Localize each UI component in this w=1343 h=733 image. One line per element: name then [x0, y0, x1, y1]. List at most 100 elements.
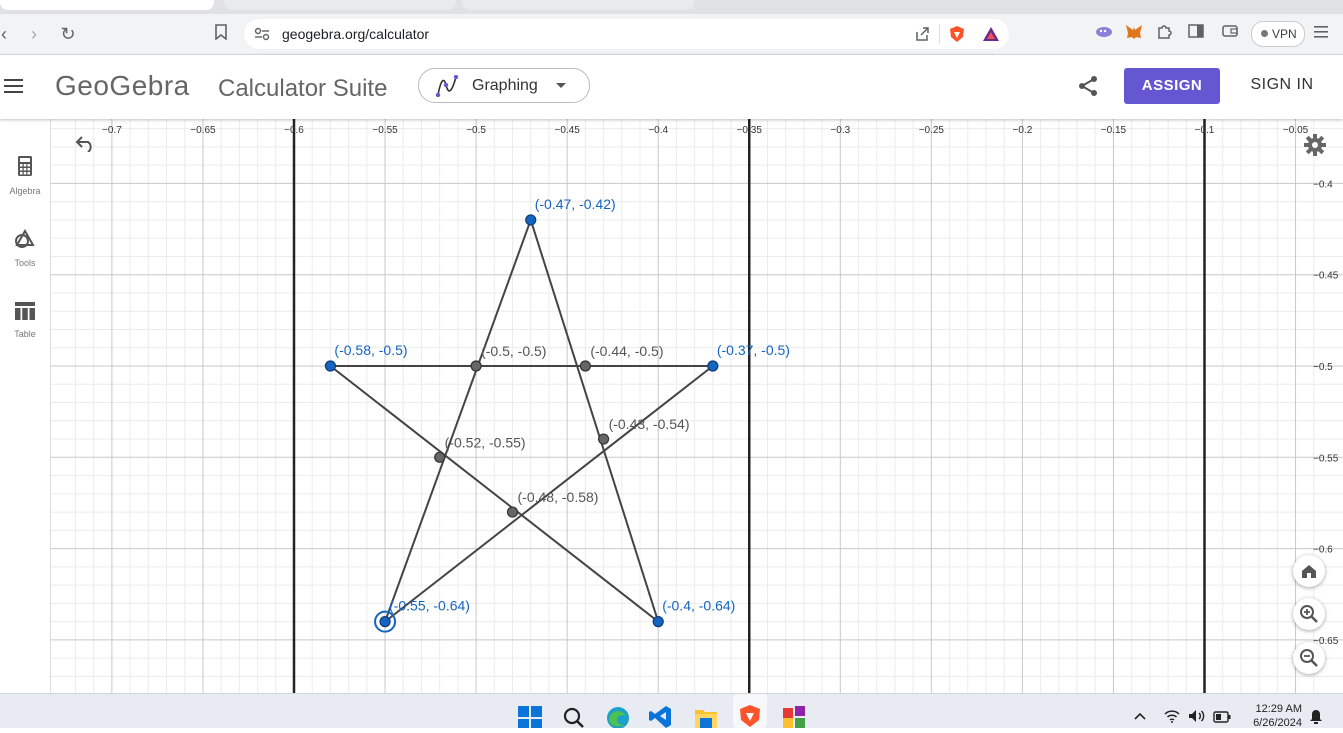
browser-toolbar: ‹ › ↻ geogebra.org/calculator VPN	[0, 14, 1343, 55]
edge-browser-icon[interactable]	[605, 704, 629, 729]
point-label: (-0.43, -0.54)	[609, 416, 690, 432]
sidebar-toggle-icon[interactable]	[1186, 24, 1206, 44]
brave-rewards-icon[interactable]	[982, 25, 1000, 48]
browser-tab[interactable]	[462, 0, 694, 10]
brave-taskbar-button[interactable]	[733, 694, 767, 728]
file-explorer-icon[interactable]	[694, 704, 718, 728]
x-tick-label: −0.4	[648, 125, 668, 136]
x-tick-label: −0.35	[737, 125, 763, 136]
assign-button[interactable]: ASSIGN	[1124, 68, 1220, 104]
sidebar-item-tools[interactable]: Tools	[0, 228, 50, 268]
share-page-icon[interactable]	[914, 26, 930, 47]
sidebar-item-algebra[interactable]: Algebra	[0, 155, 50, 196]
x-tick-label: −0.2	[1013, 125, 1033, 136]
windows-taskbar: 12:29 AM 6/26/2024	[0, 693, 1343, 730]
point-label: (-0.37, -0.5)	[717, 342, 790, 358]
point-label: (-0.52, -0.55)	[445, 434, 526, 450]
chevron-up-icon[interactable]	[1134, 708, 1146, 726]
x-tick-label: −0.65	[190, 125, 216, 136]
point-label: (-0.55, -0.64)	[389, 598, 470, 614]
search-icon[interactable]	[562, 704, 586, 728]
calculator-icon	[0, 155, 50, 182]
browser-menu-icon[interactable]	[1311, 24, 1331, 44]
zoom-out-button[interactable]	[1293, 642, 1325, 674]
x-axis-ticks: −0.7 −0.65 −0.6 −0.55 −0.5 −0.45 −0.4 −0.35 −0.3…	[102, 125, 1309, 136]
hamburger-menu-icon[interactable]	[4, 75, 26, 97]
reload-icon[interactable]: ↻	[56, 22, 80, 46]
share-icon[interactable]	[1077, 75, 1099, 102]
puzzle-extensions-icon[interactable]	[1154, 24, 1174, 44]
y-tick-label: −0.6	[1313, 545, 1333, 556]
intersection-point[interactable]	[597, 433, 610, 445]
x-tick-label: −0.45	[554, 125, 580, 136]
battery-icon[interactable]	[1213, 710, 1231, 728]
intersection-point[interactable]	[506, 506, 519, 518]
home-view-button[interactable]	[1293, 555, 1325, 587]
app-icon[interactable]	[782, 704, 806, 728]
site-info-icon[interactable]	[254, 27, 270, 46]
back-icon[interactable]: ‹	[0, 22, 16, 46]
graphing-icon	[435, 74, 459, 102]
zoom-in-button[interactable]	[1293, 598, 1325, 630]
sidebar-item-label: Tools	[14, 258, 36, 268]
metamask-icon[interactable]	[1124, 24, 1144, 44]
x-tick-label: −0.55	[372, 125, 398, 136]
point-label: (-0.58, -0.5)	[334, 342, 407, 358]
table-icon	[0, 302, 50, 325]
divider	[939, 24, 940, 44]
x-tick-label: −0.1	[1195, 125, 1215, 136]
point[interactable]	[324, 360, 337, 372]
browser-tab-active[interactable]	[224, 0, 456, 10]
bookmark-icon[interactable]	[209, 22, 233, 46]
side-panel: Algebra Tools Table	[0, 119, 51, 693]
address-bar[interactable]: geogebra.org/calculator	[244, 19, 1009, 49]
clock-date: 6/26/2024	[1253, 717, 1302, 729]
intersection-point[interactable]	[434, 451, 446, 463]
suite-title: Calculator Suite	[218, 75, 388, 102]
point-label: (-0.5, -0.5)	[481, 343, 546, 359]
volume-icon[interactable]	[1188, 709, 1206, 728]
point-label: (-0.47, -0.42)	[535, 196, 616, 212]
x-tick-label: −0.3	[830, 125, 850, 136]
sidebar-item-label: Algebra	[9, 186, 41, 196]
point[interactable]	[652, 616, 664, 628]
clock-time: 12:29 AM	[1255, 703, 1302, 715]
x-tick-label: −0.5	[466, 125, 486, 136]
x-tick-label: −0.15	[1101, 125, 1127, 136]
system-clock[interactable]: 12:29 AM 6/26/2024	[1244, 702, 1302, 730]
x-tick-label: −0.6	[284, 125, 304, 136]
app-selector-dropdown[interactable]: Graphing	[418, 68, 590, 103]
app-selector-label: Graphing	[472, 77, 538, 94]
y-tick-label: −0.45	[1313, 271, 1339, 282]
app-header: GeoGebra Calculator Suite Graphing ASSIG…	[0, 55, 1343, 119]
intersection-point[interactable]	[470, 360, 482, 372]
sidebar-item-table[interactable]: Table	[0, 302, 50, 339]
vpn-button[interactable]: VPN	[1251, 21, 1305, 47]
shapes-icon	[0, 228, 50, 254]
sign-in-button[interactable]: SIGN IN	[1237, 76, 1327, 94]
vpn-label: VPN	[1272, 27, 1297, 41]
x-tick-label: −0.25	[919, 125, 945, 136]
url-text[interactable]: geogebra.org/calculator	[282, 26, 429, 42]
forward-icon[interactable]: ›	[22, 22, 46, 46]
point-label: (-0.4, -0.64)	[662, 598, 735, 614]
point[interactable]	[379, 616, 391, 628]
point[interactable]	[525, 214, 537, 226]
brave-shield-icon[interactable]	[948, 25, 966, 48]
point-label: (-0.44, -0.5)	[590, 343, 663, 359]
intersection-point[interactable]	[579, 360, 591, 372]
wallet-icon[interactable]	[1220, 24, 1240, 44]
geogebra-logo[interactable]: GeoGebra	[55, 70, 190, 102]
undo-icon[interactable]	[75, 134, 97, 157]
windows-start-icon[interactable]	[518, 704, 542, 730]
settings-gear-icon[interactable]	[1303, 133, 1327, 162]
extension-icon[interactable]	[1094, 24, 1114, 44]
vscode-icon[interactable]	[649, 704, 673, 728]
point[interactable]	[707, 360, 719, 372]
wifi-icon[interactable]	[1164, 709, 1180, 728]
graphics-view[interactable]: −0.7 −0.65 −0.6 −0.55 −0.5 −0.45 −0.4 −0.35 −0.3…	[51, 119, 1343, 693]
y-tick-label: −0.4	[1313, 179, 1333, 190]
vpn-status-icon	[1261, 30, 1268, 37]
browser-tab[interactable]	[0, 0, 214, 10]
point-labels: (-0.5, -0.5) (-0.44, -0.5) (-0.52, -0.55) (…	[334, 196, 790, 614]
